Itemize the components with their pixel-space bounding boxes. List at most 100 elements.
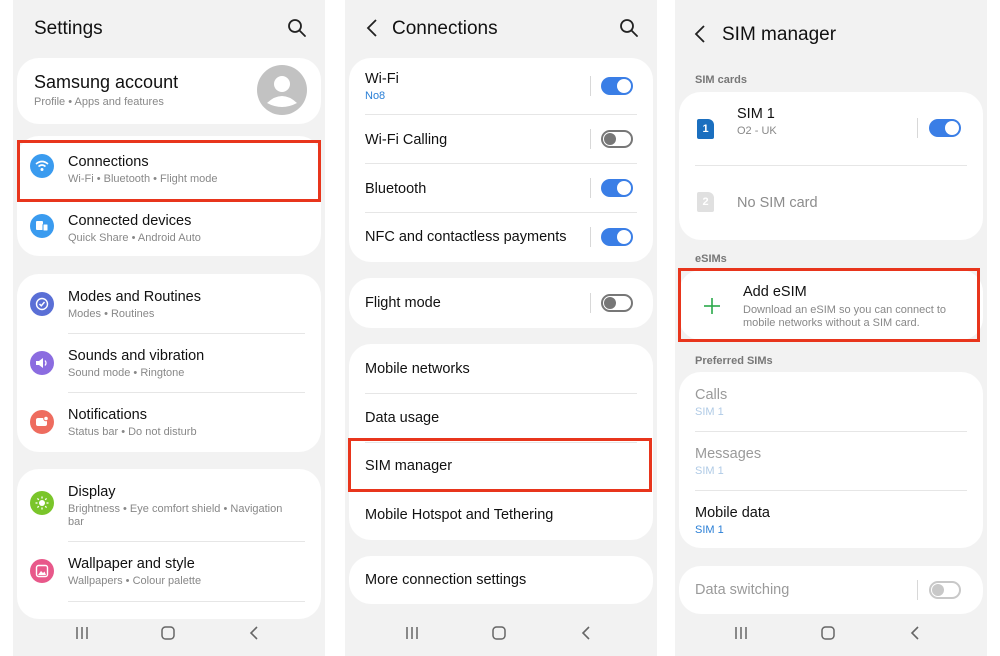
more-settings-group: More connection settings <box>349 556 653 604</box>
item-title: Flight mode <box>365 295 441 311</box>
item-title: Messages <box>695 446 762 462</box>
sidebar-item-connected-devices[interactable]: Connected devices Quick Share • Android … <box>17 196 321 256</box>
item-title: Data usage <box>365 410 440 426</box>
speaker-icon <box>30 351 54 375</box>
item-subtitle: Wallpapers • Colour palette <box>68 575 202 587</box>
highlight-add-esim <box>678 268 980 342</box>
item-subtitle: Brightness • Eye comfort shield • Naviga… <box>68 503 283 515</box>
item-subtitle: Quick Share • Android Auto <box>68 232 201 244</box>
connections-screen: Connections Wi-Fi No8 Wi-Fi Calling Blue… <box>345 0 657 656</box>
messages-row: Messages SIM 1 <box>679 431 983 490</box>
separator <box>590 178 591 198</box>
settings-header: Settings <box>13 0 325 58</box>
item-title: Bluetooth <box>365 181 427 197</box>
back-nav-icon[interactable] <box>910 626 920 645</box>
hotspot-row[interactable]: Mobile Hotspot and Tethering <box>349 491 653 540</box>
item-title: NFC and contactless payments <box>365 229 567 245</box>
avatar-icon[interactable] <box>257 65 307 115</box>
data-switching-row: Data switching <box>679 566 983 614</box>
recents-icon[interactable] <box>734 626 748 645</box>
page-title: Settings <box>34 18 103 39</box>
bluetooth-row[interactable]: Bluetooth <box>349 163 653 212</box>
divider <box>68 601 305 602</box>
preferred-sims-group: Calls SIM 1 Messages SIM 1 Mobile data S… <box>679 372 983 548</box>
settings-screen: Settings Samsung account Profile • Apps … <box>13 0 325 656</box>
sidebar-item-sounds[interactable]: Sounds and vibration Sound mode • Ringto… <box>17 333 321 392</box>
wifi-row[interactable]: Wi-Fi No8 <box>349 58 653 114</box>
radios-group: Wi-Fi No8 Wi-Fi Calling Bluetooth NFC an… <box>349 58 653 262</box>
flight-mode-row[interactable]: Flight mode <box>349 278 653 328</box>
calls-row: Calls SIM 1 <box>679 372 983 431</box>
recents-icon[interactable] <box>405 626 419 645</box>
wifi-calling-row[interactable]: Wi-Fi Calling <box>349 114 653 163</box>
item-title: Sounds and vibration <box>68 348 205 364</box>
sim-card-icon: 1 <box>697 119 714 139</box>
page-title: Connections <box>392 18 498 39</box>
back-nav-icon[interactable] <box>581 626 591 645</box>
separator <box>590 227 591 247</box>
highlight-connections <box>17 140 321 202</box>
wifi-toggle[interactable] <box>601 77 633 95</box>
sidebar-item-notifications[interactable]: Notifications Status bar • Do not distur… <box>17 392 321 452</box>
no-sim-row: 2 No SIM card <box>679 165 983 240</box>
navigation-bar <box>13 614 325 656</box>
item-subtitle: SIM 1 <box>695 465 724 477</box>
item-title: Display <box>68 484 116 500</box>
item-subtitle: Status bar • Do not disturb <box>68 426 197 438</box>
back-nav-icon[interactable] <box>249 626 259 645</box>
item-title: Calls <box>695 387 728 403</box>
connections-header: Connections <box>345 0 657 58</box>
wifi-network-name: No8 <box>365 90 386 102</box>
sim1-toggle[interactable] <box>929 119 961 137</box>
sim1-row[interactable]: 1 SIM 1 O2 - UK <box>679 92 983 165</box>
bluetooth-toggle[interactable] <box>601 179 633 197</box>
sidebar-item-display[interactable]: Display Brightness • Eye comfort shield … <box>17 469 321 541</box>
mobile-networks-row[interactable]: Mobile networks <box>349 344 653 393</box>
home-icon[interactable] <box>492 626 506 645</box>
nfc-row[interactable]: NFC and contactless payments <box>349 212 653 262</box>
account-title: Samsung account <box>34 72 179 92</box>
item-title: Wi-Fi <box>365 71 399 87</box>
item-subtitle: Modes • Routines <box>68 308 155 320</box>
item-title: SIM 1 <box>737 106 775 122</box>
data-usage-row[interactable]: Data usage <box>349 393 653 442</box>
separator <box>917 580 918 600</box>
wallpaper-icon <box>30 559 54 583</box>
sun-icon <box>30 491 54 515</box>
search-icon[interactable] <box>287 18 307 38</box>
highlight-sim-manager <box>348 438 652 492</box>
back-icon[interactable] <box>365 18 379 38</box>
back-icon[interactable] <box>693 24 707 44</box>
sim-card-empty-icon: 2 <box>697 192 714 212</box>
flight-mode-group: Flight mode <box>349 278 653 328</box>
samsung-account-card[interactable]: Samsung account Profile • Apps and featu… <box>17 58 321 124</box>
data-switching-group: Data switching <box>679 566 983 614</box>
navigation-bar <box>345 614 657 656</box>
devices-icon <box>30 214 54 238</box>
item-title: Mobile data <box>695 505 770 521</box>
search-icon[interactable] <box>619 18 639 38</box>
mobile-data-row[interactable]: Mobile data SIM 1 <box>679 490 983 548</box>
item-title: Notifications <box>68 407 147 423</box>
flight-mode-toggle[interactable] <box>601 294 633 312</box>
home-icon[interactable] <box>821 626 835 645</box>
more-connection-settings-row[interactable]: More connection settings <box>349 556 653 604</box>
section-header: Preferred SIMs <box>695 355 773 367</box>
item-subtitle: SIM 1 <box>695 524 724 536</box>
item-title: Mobile Hotspot and Tethering <box>365 507 554 523</box>
sidebar-item-modes-routines[interactable]: Modes and Routines Modes • Routines <box>17 274 321 333</box>
page-title: SIM manager <box>722 24 837 45</box>
sidebar-item-wallpaper[interactable]: Wallpaper and style Wallpapers • Colour … <box>17 541 321 601</box>
data-switching-toggle[interactable] <box>929 581 961 599</box>
nfc-toggle[interactable] <box>601 228 633 246</box>
navigation-bar <box>675 614 987 656</box>
item-title: Mobile networks <box>365 361 470 377</box>
item-title: Connected devices <box>68 213 192 229</box>
item-title: More connection settings <box>365 572 527 588</box>
item-subtitle: O2 - UK <box>737 125 777 137</box>
wifi-calling-toggle[interactable] <box>601 130 633 148</box>
item-subtitle: Sound mode • Ringtone <box>68 367 185 379</box>
home-icon[interactable] <box>161 626 175 645</box>
display-group: Display Brightness • Eye comfort shield … <box>17 469 321 619</box>
recents-icon[interactable] <box>75 626 89 645</box>
